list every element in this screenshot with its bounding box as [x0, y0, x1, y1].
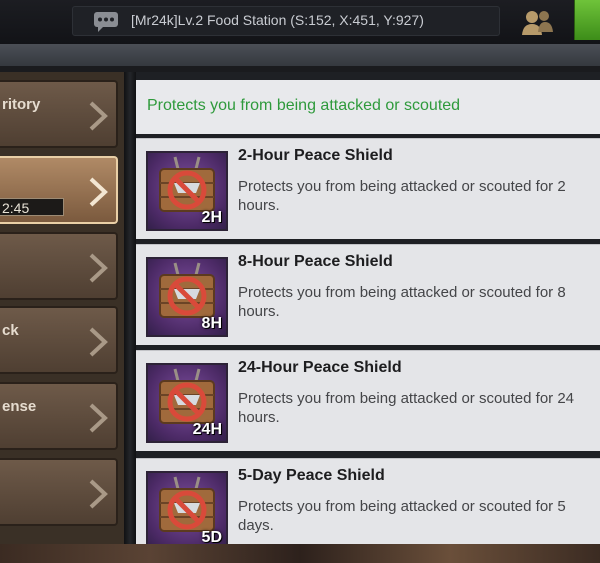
sidebar-item-label: ense: [2, 398, 37, 415]
sidebar-item-3[interactable]: [0, 232, 118, 300]
sidebar-item-territory[interactable]: ritory: [0, 80, 118, 148]
sidebar-item-label: ck: [2, 322, 19, 339]
panel-divider: [124, 72, 136, 544]
item-card-24h[interactable]: 24H 24-Hour Peace Shield Protects you fr…: [136, 350, 600, 451]
item-card-5d[interactable]: 5D 5-Day Peace Shield Protects you from …: [136, 458, 600, 544]
item-title: 2-Hour Peace Shield: [238, 147, 393, 164]
sidebar-item-attack[interactable]: ck: [0, 306, 118, 374]
chevron-right-icon: [89, 479, 108, 509]
duration-label: 2H: [201, 209, 222, 226]
chevron-right-icon: [89, 403, 108, 433]
item-description: Protects you from being attacked or scou…: [238, 178, 566, 214]
item-title: 8-Hour Peace Shield: [238, 253, 393, 270]
chevron-right-icon: [89, 101, 108, 131]
info-text: Protects you from being attacked or scou…: [147, 97, 461, 114]
chat-message-text: [Mr24k]Lv.2 Food Station (S:152, X:451, …: [131, 12, 424, 28]
peace-shield-icon: 8H: [146, 257, 228, 337]
chat-message-pill[interactable]: [Mr24k]Lv.2 Food Station (S:152, X:451, …: [72, 6, 500, 36]
item-description: Protects you from being attacked or scou…: [238, 284, 566, 320]
duration-label: 8H: [201, 315, 222, 332]
chevron-right-icon: [89, 253, 108, 283]
duration-label: 24H: [192, 421, 222, 438]
sidebar-item-shield[interactable]: 2:45: [0, 156, 118, 224]
item-description: Protects you from being attacked or scou…: [238, 498, 566, 534]
peace-shield-icon: 5D: [146, 471, 228, 544]
sidebar: ritory 2:45 ck ense: [0, 72, 124, 544]
confirm-button[interactable]: [574, 0, 600, 40]
chevron-right-icon: [89, 177, 108, 207]
item-card-2h[interactable]: 2H 2-Hour Peace Shield Protects you from…: [136, 138, 600, 239]
shield-timer: 2:45: [0, 198, 64, 216]
sidebar-item-defense[interactable]: ense: [0, 382, 118, 450]
sidebar-item-6[interactable]: [0, 458, 118, 526]
peace-shield-icon: 2H: [146, 151, 228, 231]
item-title: 24-Hour Peace Shield: [238, 359, 402, 376]
item-title: 5-Day Peace Shield: [238, 467, 385, 484]
duration-label: 5D: [201, 529, 222, 544]
chat-bar: [Mr24k]Lv.2 Food Station (S:152, X:451, …: [0, 0, 600, 45]
item-description: Protects you from being attacked or scou…: [238, 390, 575, 426]
sidebar-item-label: ritory: [2, 96, 41, 113]
chevron-right-icon: [89, 327, 108, 357]
chat-bubble-icon: [94, 12, 118, 32]
item-card-8h[interactable]: 8H 8-Hour Peace Shield Protects you from…: [136, 244, 600, 345]
info-banner: Protects you from being attacked or scou…: [136, 80, 600, 134]
background-terrain: [0, 544, 600, 563]
shield-item-panel: Protects you from being attacked or scou…: [136, 72, 600, 544]
peace-shield-icon: 24H: [146, 363, 228, 443]
alliance-member-icon[interactable]: [520, 8, 554, 36]
